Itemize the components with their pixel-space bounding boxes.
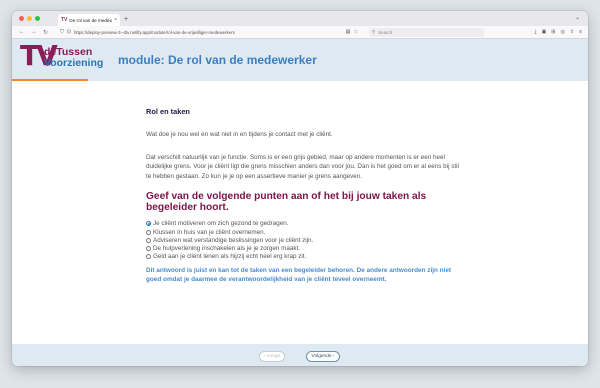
tab-strip: TV De rol van de medewerker × + ⌄ (12, 11, 588, 26)
lesson-footer: ‹ Vorige Volgende › (12, 344, 588, 366)
answer-label: Klussen in huis van je cliënt overnemen. (153, 228, 266, 236)
grid-icon[interactable]: ⊞ (551, 29, 555, 35)
tab-title: De rol van de medewerker (69, 17, 113, 23)
logo-line-2: Voorziening (44, 57, 104, 69)
site-logo[interactable]: TV deTussen Voorziening (20, 42, 112, 75)
tab-list-chevron-icon[interactable]: ⌄ (575, 14, 580, 21)
answer-option[interactable]: Klussen in huis van je cliënt overnemen. (146, 228, 461, 236)
maximize-window-button[interactable] (35, 16, 40, 21)
lock-icon[interactable]: ⊡ (67, 29, 71, 35)
answer-option[interactable]: De hulpverlening inschakelen als je je z… (146, 244, 461, 252)
new-tab-icon[interactable]: + (124, 16, 128, 23)
browser-toolbar: ← → ↻ ⛉ ⊡ https://deploy-preview-3--dtv.… (12, 26, 588, 39)
forward-icon[interactable]: → (30, 29, 37, 35)
logo-line-1: deTussen (44, 46, 93, 58)
tab-favicon-icon: TV (61, 17, 68, 23)
tab-close-icon[interactable]: × (114, 17, 117, 23)
body-paragraph: Dat verschilt natuurlijk van je functie.… (146, 154, 459, 180)
question-heading: Geef van de volgende punten aan of het b… (146, 190, 427, 214)
share-icon[interactable]: ⇪ (570, 29, 574, 35)
answer-label: De hulpverlening inschakelen als je je z… (153, 244, 301, 252)
answer-label: Geld aan je cliënt lenen als hij/zij ech… (153, 253, 307, 261)
account-icon[interactable]: ◎ (561, 29, 565, 35)
close-window-button[interactable] (19, 16, 24, 21)
previous-button[interactable]: ‹ Vorige (259, 351, 285, 362)
minimize-window-button[interactable] (27, 16, 32, 21)
lesson-content: Rol en taken Wat doe je nou wel en wat n… (146, 107, 461, 284)
next-button[interactable]: Volgende › (306, 351, 340, 362)
radio-button[interactable] (146, 245, 151, 251)
answer-label: Je cliënt motiveren om zich gezond te ge… (153, 220, 289, 228)
menu-icon[interactable]: ≡ (579, 29, 582, 35)
answer-feedback: Dit antwoord is juist en kan tot de take… (146, 266, 452, 283)
answer-option[interactable]: Je cliënt motiveren om zich gezond te ge… (146, 220, 461, 228)
bookmark-star-icon[interactable]: ☆ (354, 29, 358, 35)
reader-view-icon[interactable]: ▤ (346, 29, 351, 35)
site-header: TV deTussen Voorziening module: De rol v… (12, 39, 588, 81)
reload-icon[interactable]: ↻ (42, 29, 49, 36)
section-title: Rol en taken (146, 107, 190, 116)
radio-button[interactable] (146, 221, 151, 227)
search-icon: ⚲ (372, 29, 376, 34)
browser-tab-active[interactable]: TV De rol van de medewerker × (58, 14, 120, 26)
search-placeholder: Search (378, 29, 393, 35)
url-text[interactable]: https://deploy-preview-3--dtv.netlify.ap… (74, 30, 343, 35)
url-bar[interactable]: ⛉ ⊡ https://deploy-preview-3--dtv.netlif… (60, 28, 358, 37)
radio-button[interactable] (146, 254, 151, 260)
answer-label: Adviseren wat verstandige beslissingen v… (153, 236, 314, 244)
browser-window: TV De rol van de medewerker × + ⌄ ← → ↻ … (12, 11, 588, 366)
module-title: module: De rol van de medewerker (118, 53, 317, 67)
search-input[interactable]: ⚲ Search (369, 27, 484, 37)
back-icon[interactable]: ← (18, 29, 25, 35)
window-controls (19, 16, 40, 21)
radio-button[interactable] (146, 229, 151, 235)
intro-text: Wat doe je nou wel en wat niet in en tij… (146, 131, 333, 138)
extension-icon[interactable]: ▣ (542, 29, 547, 35)
downloads-icon[interactable]: ⤓ (534, 29, 536, 35)
answer-option[interactable]: Geld aan je cliënt lenen als hij/zij ech… (146, 253, 461, 261)
answer-option[interactable]: Adviseren wat verstandige beslissingen v… (146, 236, 461, 244)
radio-button[interactable] (146, 237, 151, 243)
header-accent-bar (12, 79, 88, 81)
answer-options: Je cliënt motiveren om zich gezond te ge… (146, 220, 461, 261)
shield-icon[interactable]: ⛉ (60, 29, 64, 35)
